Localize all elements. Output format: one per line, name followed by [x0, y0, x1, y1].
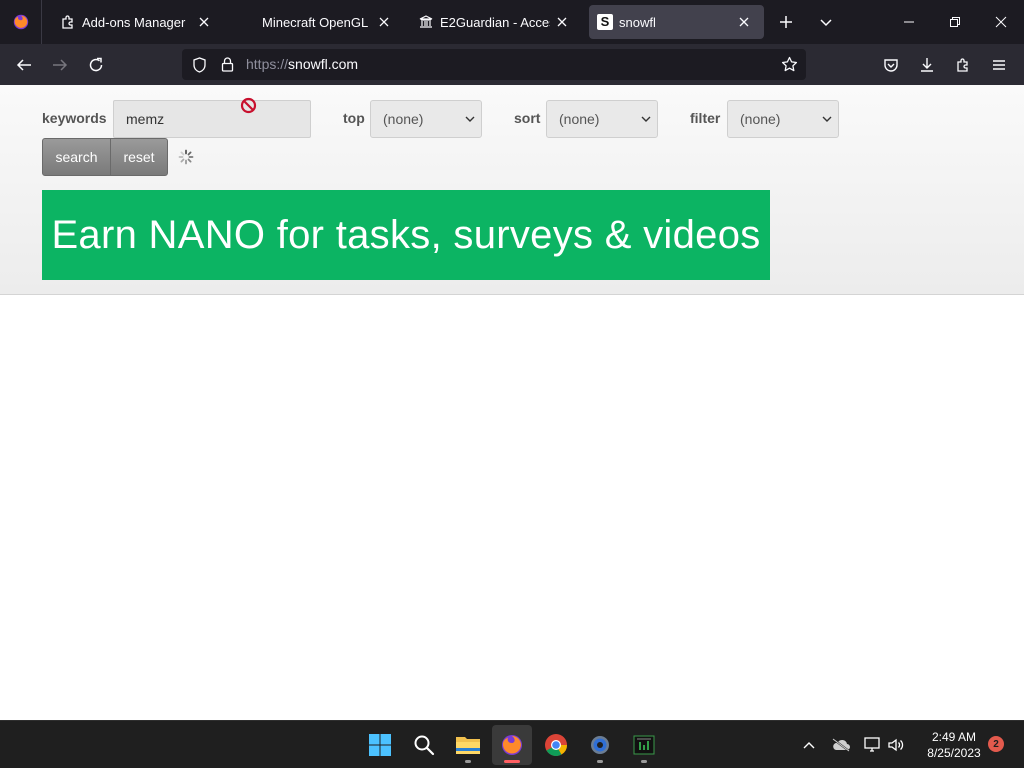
file-explorer-icon[interactable] — [448, 725, 488, 765]
bookmark-star-icon[interactable] — [781, 56, 798, 78]
blank-page-icon — [240, 14, 256, 30]
tab-title: snowfl — [619, 14, 656, 30]
tab-snowfl[interactable]: S snowfl — [589, 5, 764, 39]
onedrive-cloud-icon[interactable] — [829, 733, 853, 757]
running-indicator — [465, 760, 471, 763]
top-select[interactable]: (none) — [370, 100, 482, 138]
pocket-icon[interactable] — [876, 50, 906, 80]
close-window-icon[interactable] — [978, 0, 1024, 44]
keywords-value: memz — [126, 111, 165, 127]
chevron-down-icon[interactable] — [814, 10, 838, 34]
back-arrow-icon[interactable] — [9, 50, 39, 80]
volume-icon[interactable] — [884, 733, 908, 757]
search-panel: keywords memz top (none) sort (none) fil… — [0, 85, 1024, 295]
system-clock[interactable]: 2:49 AM 8/25/2023 — [912, 729, 996, 761]
page-content: keywords memz top (none) sort (none) fil… — [0, 85, 1024, 720]
windows-start-icon[interactable] — [360, 725, 400, 765]
terminal-icon[interactable] — [624, 725, 664, 765]
snowfl-s-icon: S — [597, 14, 613, 30]
notification-badge[interactable]: 2 — [988, 736, 1004, 752]
minimize-icon[interactable] — [886, 0, 932, 44]
restore-icon[interactable] — [932, 0, 978, 44]
puzzle-icon — [60, 14, 76, 30]
search-icon[interactable] — [404, 725, 444, 765]
close-icon[interactable] — [550, 10, 574, 34]
search-button[interactable]: search — [42, 138, 111, 176]
reload-icon[interactable] — [81, 50, 111, 80]
chevron-down-icon — [641, 116, 651, 122]
close-icon[interactable] — [372, 10, 396, 34]
sort-select[interactable]: (none) — [546, 100, 658, 138]
nano-ad-banner[interactable]: Earn NANO for tasks, surveys & videos — [42, 190, 770, 280]
taskbar: 2:49 AM 8/25/2023 — [0, 720, 1024, 768]
top-select-value: (none) — [383, 111, 424, 127]
tab-title: Add-ons Manager — [82, 14, 186, 30]
filter-select-value: (none) — [740, 111, 781, 127]
extensions-puzzle-icon[interactable] — [948, 50, 978, 80]
firefox-menu-icon[interactable] — [0, 0, 42, 44]
reset-button[interactable]: reset — [110, 138, 168, 176]
sort-select-value: (none) — [559, 111, 600, 127]
filter-label: filter — [690, 110, 721, 126]
tracking-protection-shield-icon[interactable] — [184, 56, 214, 73]
url-text[interactable]: https://snowfl.com — [246, 56, 358, 74]
sort-label: sort — [514, 110, 541, 126]
tab-minecraft-opengl[interactable]: Minecraft OpenGL — [226, 5, 404, 39]
downloads-icon[interactable] — [912, 50, 942, 80]
building-icon — [418, 14, 434, 30]
tab-addons-manager[interactable]: Add-ons Manager — [46, 5, 224, 39]
chevron-down-icon — [465, 116, 475, 122]
lock-icon[interactable] — [214, 57, 240, 72]
tab-title: E2Guardian - Access De — [440, 14, 550, 30]
chevron-up-icon[interactable] — [797, 733, 821, 757]
keywords-input[interactable]: memz — [113, 100, 311, 138]
filter-select[interactable]: (none) — [727, 100, 839, 138]
hamburger-menu-icon[interactable] — [984, 50, 1014, 80]
tab-title: Minecraft OpenGL — [262, 14, 369, 30]
tab-e2guardian[interactable]: E2Guardian - Access De — [404, 5, 582, 39]
active-indicator — [504, 760, 520, 763]
forward-arrow-icon[interactable] — [45, 50, 75, 80]
top-label: top — [343, 110, 365, 126]
chrome-icon[interactable] — [536, 725, 576, 765]
network-icon[interactable] — [861, 733, 885, 757]
close-icon[interactable] — [192, 10, 216, 34]
new-tab-icon[interactable] — [774, 10, 798, 34]
firefox-icon[interactable] — [492, 725, 532, 765]
url-bar[interactable]: https://snowfl.com — [182, 49, 806, 80]
chevron-down-icon — [822, 116, 832, 122]
clock-time: 2:49 AM — [931, 730, 977, 744]
settings-icon[interactable] — [580, 725, 620, 765]
blocked-icon — [240, 97, 257, 119]
close-icon[interactable] — [732, 10, 756, 34]
clock-date: 8/25/2023 — [927, 746, 981, 760]
loading-spinner-icon — [178, 149, 194, 170]
running-indicator — [641, 760, 647, 763]
keywords-label: keywords — [42, 110, 107, 126]
running-indicator — [597, 760, 603, 763]
